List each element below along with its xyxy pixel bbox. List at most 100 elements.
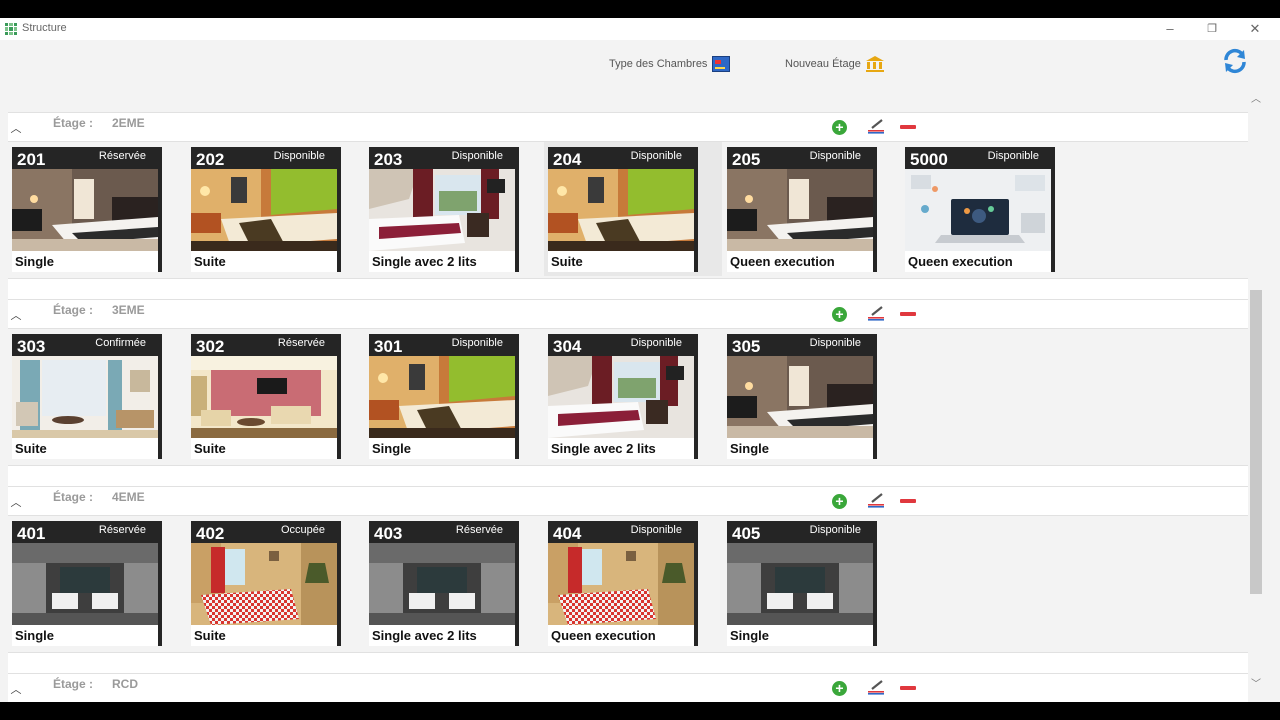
room-types-button[interactable]: Type des Chambres <box>609 56 731 72</box>
room-type: Single avec 2 lits <box>372 628 477 643</box>
room-card[interactable]: 202 Disponible Suite <box>191 147 341 272</box>
room-card-footer: Queen execution <box>905 251 1051 272</box>
room-card-footer: Queen execution <box>548 625 694 646</box>
room-card[interactable]: 304 Disponible Single avec 2 lits <box>548 334 698 459</box>
room-card[interactable]: 401 Réservée Single <box>12 521 162 646</box>
room-card-header: 303 Confirmée <box>12 334 162 356</box>
room-card-footer: Single <box>727 625 873 646</box>
room-card[interactable]: 404 Disponible Queen execution <box>548 521 698 646</box>
title-bar: Structure – ❐ ✕ <box>0 18 1280 40</box>
room-card-edge <box>694 169 698 272</box>
room-number: 404 <box>553 524 582 543</box>
remove-floor-button[interactable] <box>900 499 916 503</box>
room-photo <box>727 169 873 251</box>
room-card[interactable]: 305 Disponible Single <box>727 334 877 459</box>
maximize-button[interactable]: ❐ <box>1200 20 1224 38</box>
room-card-edge <box>1051 169 1055 272</box>
room-card[interactable]: 405 Disponible Single <box>727 521 877 646</box>
collapse-chevron-icon[interactable]: ︿ <box>10 120 22 136</box>
room-card-header: 201 Réservée <box>12 147 162 169</box>
room-number: 5000 <box>910 150 948 169</box>
floor-label: Étage : <box>53 677 94 691</box>
floor-footer <box>8 278 1248 299</box>
edit-floor-icon[interactable] <box>867 680 885 696</box>
room-number: 304 <box>553 337 582 356</box>
scroll-up-icon[interactable]: ︿ <box>1249 94 1263 106</box>
room-status: Confirmée <box>95 337 146 349</box>
floor-footer <box>8 652 1248 673</box>
room-card-edge <box>873 356 877 459</box>
room-card-footer: Suite <box>191 625 337 646</box>
room-card-header: 204 Disponible <box>548 147 698 169</box>
room-type: Single avec 2 lits <box>551 441 656 456</box>
room-type: Single <box>372 441 412 456</box>
add-room-button[interactable]: + <box>832 681 847 696</box>
room-card-edge <box>337 169 341 272</box>
add-room-button[interactable]: + <box>832 120 847 135</box>
toolbar: Type des Chambres Nouveau Étage <box>0 40 1280 92</box>
close-button[interactable]: ✕ <box>1243 20 1267 38</box>
room-card-footer: Suite <box>12 438 158 459</box>
new-floor-button[interactable]: Nouveau Étage <box>785 56 884 72</box>
room-card[interactable]: 403 Réservée Single avec 2 lits <box>369 521 519 646</box>
edit-floor-icon[interactable] <box>867 493 885 509</box>
room-status: Occupée <box>280 524 325 536</box>
remove-floor-button[interactable] <box>900 125 916 129</box>
room-card-footer: Suite <box>548 251 694 272</box>
room-status: Disponible <box>630 524 682 536</box>
room-card-header: 301 Disponible <box>369 334 519 356</box>
collapse-chevron-icon[interactable]: ︿ <box>10 494 22 510</box>
room-number: 204 <box>553 150 582 169</box>
room-card-header: 402 Occupée <box>191 521 341 543</box>
room-type: Single <box>15 628 55 643</box>
room-type: Single <box>730 628 770 643</box>
room-card[interactable]: 203 Disponible Single avec 2 lits <box>369 147 519 272</box>
add-room-button[interactable]: + <box>832 307 847 322</box>
collapse-chevron-icon[interactable]: ︿ <box>10 307 22 323</box>
scroll-down-icon[interactable]: ﹀ <box>1249 679 1263 691</box>
room-photo <box>369 543 515 625</box>
floor-name: 2EME <box>112 116 145 130</box>
room-type: Single avec 2 lits <box>372 254 477 269</box>
room-card-edge <box>515 169 519 272</box>
floor-name: 3EME <box>112 303 145 317</box>
room-type: Suite <box>15 441 47 456</box>
room-status: Réservée <box>277 337 325 349</box>
collapse-chevron-icon[interactable]: ︿ <box>10 681 22 697</box>
room-card-header: 203 Disponible <box>369 147 519 169</box>
room-card[interactable]: 402 Occupée Suite <box>191 521 341 646</box>
room-card[interactable]: 204 Disponible Suite <box>548 147 698 272</box>
room-photo <box>369 356 515 438</box>
room-type: Queen execution <box>908 254 1013 269</box>
room-card-edge <box>873 169 877 272</box>
floor-label: Étage : <box>53 490 94 504</box>
room-card-edge <box>873 543 877 646</box>
remove-floor-button[interactable] <box>900 312 916 316</box>
room-number: 201 <box>17 150 46 169</box>
room-status: Disponible <box>273 150 325 162</box>
scrollbar-thumb[interactable] <box>1250 290 1262 594</box>
room-photo <box>727 356 873 438</box>
room-status: Disponible <box>630 337 682 349</box>
room-status: Disponible <box>809 337 861 349</box>
remove-floor-button[interactable] <box>900 686 916 690</box>
room-card-header: 405 Disponible <box>727 521 877 543</box>
room-card[interactable]: 201 Réservée Single <box>12 147 162 272</box>
add-room-button[interactable]: + <box>832 494 847 509</box>
room-card[interactable]: 302 Réservée Suite <box>191 334 341 459</box>
room-card[interactable]: 5000 Disponible Queen execution <box>905 147 1055 272</box>
room-card-footer: Single <box>12 625 158 646</box>
room-card[interactable]: 301 Disponible Single <box>369 334 519 459</box>
room-type: Suite <box>194 254 226 269</box>
room-type: Suite <box>194 628 226 643</box>
room-card[interactable]: 303 Confirmée Suite <box>12 334 162 459</box>
room-card-edge <box>694 356 698 459</box>
refresh-icon[interactable] <box>1222 48 1248 74</box>
room-status: Disponible <box>451 150 503 162</box>
minimize-button[interactable]: – <box>1158 20 1182 38</box>
room-card-edge <box>158 543 162 646</box>
edit-floor-icon[interactable] <box>867 119 885 135</box>
room-type: Suite <box>551 254 583 269</box>
room-card[interactable]: 205 Disponible Queen execution <box>727 147 877 272</box>
edit-floor-icon[interactable] <box>867 306 885 322</box>
